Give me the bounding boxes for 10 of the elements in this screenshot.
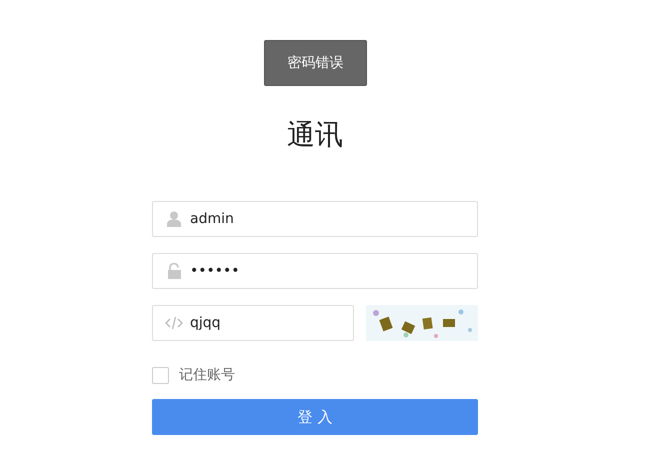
input-field[interactable]: •••••• — [152, 253, 478, 289]
padlock-icon — [168, 263, 180, 279]
checkbox-label: 记住账号 — [179, 366, 235, 384]
code-icon — [165, 316, 183, 330]
input-field[interactable]: qjqq — [152, 305, 354, 341]
input-field[interactable]: admin — [152, 201, 478, 237]
user-icon — [167, 211, 181, 227]
checkbox[interactable] — [152, 366, 169, 384]
app-title: 通讯 — [286, 117, 344, 153]
error-toast: 密码错误 — [264, 40, 367, 86]
